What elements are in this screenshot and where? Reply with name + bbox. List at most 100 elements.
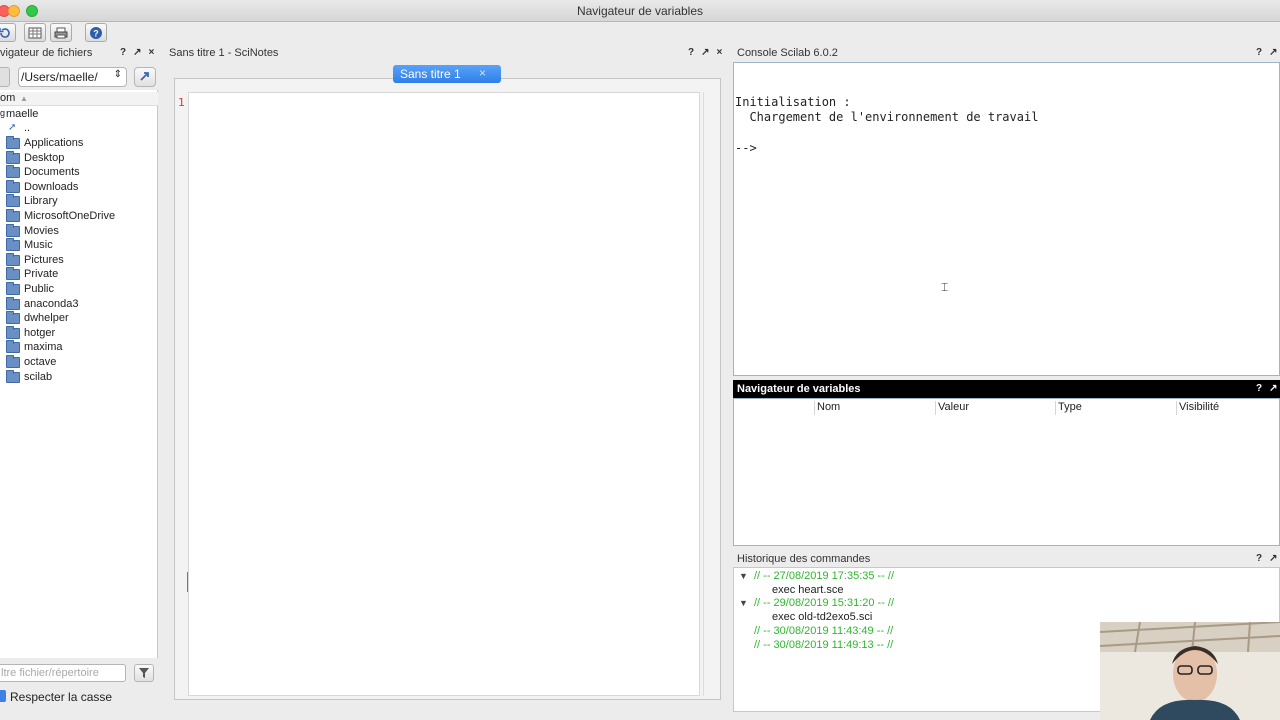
history-session-date[interactable]: // -- 29/08/2019 15:31:20 -- // bbox=[754, 597, 894, 609]
tab-sans-titre-1[interactable]: Sans titre 1 × bbox=[393, 65, 501, 83]
help-button[interactable]: ? bbox=[85, 23, 107, 42]
folder-item[interactable]: maxima bbox=[0, 340, 150, 355]
column-separator bbox=[1176, 401, 1177, 415]
folder-icon bbox=[6, 238, 20, 252]
folder-label: maxima bbox=[24, 341, 63, 354]
folder-item[interactable]: Downloads bbox=[0, 179, 150, 195]
folder-label: Library bbox=[24, 195, 58, 208]
help-icon[interactable]: ? bbox=[1256, 47, 1262, 58]
help-icon[interactable]: ? bbox=[120, 47, 126, 58]
folder-item[interactable]: dwhelper bbox=[0, 311, 150, 326]
splitter-handle[interactable] bbox=[187, 572, 188, 592]
folder-item[interactable]: hotger bbox=[0, 325, 150, 341]
expanded-triangle-icon[interactable]: ▼ bbox=[739, 571, 748, 581]
help-icon: ? bbox=[90, 26, 102, 39]
column-header-visibility[interactable]: Visibilité bbox=[1179, 401, 1219, 413]
case-checkbox[interactable] bbox=[0, 690, 6, 702]
funnel-icon bbox=[139, 668, 149, 678]
sort-ascending-icon: ▲ bbox=[20, 94, 28, 103]
editor-scrollbar[interactable] bbox=[703, 92, 717, 696]
folder-icon bbox=[6, 150, 20, 164]
folder-item[interactable]: Movies bbox=[0, 223, 150, 239]
updown-icon: ⇕ bbox=[113, 69, 122, 80]
folder-label: Public bbox=[24, 283, 54, 295]
help-icon[interactable]: ? bbox=[1256, 383, 1262, 394]
close-icon[interactable]: × bbox=[149, 47, 155, 58]
history-session-date[interactable]: // -- 27/08/2019 17:35:35 -- // bbox=[754, 570, 894, 582]
tree-root[interactable]: g maelle bbox=[0, 108, 120, 122]
folder-label: Applications bbox=[24, 137, 84, 149]
filter-input[interactable]: ltre fichier/répertoire bbox=[0, 664, 126, 682]
console-header: Console Scilab 6.0.2 ? ↗ bbox=[737, 45, 1280, 61]
column-header-type[interactable]: Type bbox=[1058, 401, 1082, 413]
folder-item[interactable]: Applications bbox=[0, 136, 150, 151]
refresh-button[interactable] bbox=[0, 23, 16, 42]
folder-item[interactable]: Documents bbox=[0, 165, 150, 180]
case-label: Respecter la casse bbox=[10, 690, 113, 704]
folder-icon bbox=[6, 267, 20, 281]
file-browser-title: vigateur de fichiers bbox=[0, 47, 93, 59]
history-title: Historique des commandes bbox=[737, 553, 871, 565]
column-separator bbox=[814, 401, 815, 415]
folder-item[interactable]: Private bbox=[0, 267, 150, 282]
close-tab-icon[interactable]: × bbox=[479, 66, 486, 80]
scilab-console[interactable]: Initialisation : Chargement de l'environ… bbox=[733, 62, 1280, 376]
help-icon[interactable]: ? bbox=[688, 47, 694, 58]
print-button[interactable] bbox=[50, 23, 72, 42]
undock-icon[interactable]: ↗ bbox=[1269, 47, 1277, 58]
folder-item[interactable]: Library bbox=[0, 194, 150, 209]
folder-icon bbox=[6, 179, 20, 193]
folder-item[interactable]: Public bbox=[0, 282, 150, 297]
folder-icon bbox=[6, 325, 20, 339]
folder-label: Desktop bbox=[24, 151, 65, 164]
column-separator bbox=[935, 401, 936, 415]
filter-button[interactable] bbox=[134, 664, 154, 682]
console-line: Chargement de l'environnement de travail bbox=[735, 110, 1039, 124]
undock-icon[interactable]: ↗ bbox=[1269, 383, 1277, 394]
variable-table-button[interactable] bbox=[24, 23, 46, 42]
file-tree[interactable]: om ▲ g maelle ➚ .. Applications Desktop Do… bbox=[0, 90, 158, 658]
folder-icon bbox=[6, 355, 20, 368]
column-header-name[interactable]: Nom bbox=[817, 401, 840, 413]
folder-icon bbox=[6, 223, 20, 237]
go-arrow-icon bbox=[140, 72, 149, 81]
close-icon[interactable]: × bbox=[717, 47, 723, 58]
expanded-triangle-icon[interactable]: ▼ bbox=[739, 598, 748, 608]
folder-item[interactable]: Music bbox=[0, 238, 150, 253]
folder-item[interactable]: octave bbox=[0, 355, 150, 370]
expanded-icon: g bbox=[0, 108, 6, 118]
undock-icon[interactable]: ↗ bbox=[133, 47, 141, 58]
code-editor[interactable] bbox=[188, 92, 700, 696]
window-title: Navigateur de variables bbox=[576, 4, 704, 18]
history-session-date[interactable]: // -- 30/08/2019 11:49:13 -- // bbox=[754, 639, 893, 651]
folder-icon bbox=[6, 282, 20, 295]
folder-item[interactable]: Desktop bbox=[0, 150, 150, 166]
table-icon bbox=[28, 27, 42, 38]
folder-item[interactable]: MicrosoftOneDrive bbox=[0, 209, 150, 224]
history-session-date[interactable]: // -- 30/08/2019 11:43:49 -- // bbox=[754, 625, 893, 637]
folder-item[interactable]: anaconda3 bbox=[0, 296, 150, 312]
undock-icon[interactable]: ↗ bbox=[701, 47, 709, 58]
help-icon[interactable]: ? bbox=[1256, 553, 1262, 564]
tree-root-label: maelle bbox=[6, 108, 39, 120]
folder-icon bbox=[6, 369, 20, 383]
folder-label: octave bbox=[24, 356, 57, 368]
history-command[interactable]: exec old-td2exo5.sci bbox=[772, 611, 872, 623]
up-arrow-icon: ➚ bbox=[8, 122, 17, 133]
undock-icon[interactable]: ↗ bbox=[1269, 553, 1277, 564]
tree-column-header[interactable]: om ▲ bbox=[0, 92, 158, 106]
history-command[interactable]: exec heart.sce bbox=[772, 584, 844, 596]
path-selector[interactable]: /Users/maelle/ ⇕ bbox=[18, 67, 127, 87]
folder-label: MicrosoftOneDrive bbox=[24, 210, 116, 222]
line-gutter bbox=[176, 92, 188, 696]
filter-placeholder: ltre fichier/répertoire bbox=[1, 667, 99, 679]
change-dir-button[interactable] bbox=[134, 67, 156, 87]
folder-item[interactable]: Pictures bbox=[0, 252, 150, 268]
previous-dir-button[interactable] bbox=[0, 67, 10, 87]
variable-table[interactable]: Nom Valeur Type Visibilité bbox=[733, 398, 1280, 546]
folder-item[interactable]: scilab bbox=[0, 369, 150, 385]
variable-browser-title: Navigateur de variables bbox=[737, 383, 861, 395]
scinotes-header: Sans titre 1 - SciNotes ? ↗ × bbox=[169, 45, 729, 61]
tree-parent[interactable]: ➚ .. bbox=[0, 122, 60, 136]
column-header-value[interactable]: Valeur bbox=[938, 401, 969, 413]
